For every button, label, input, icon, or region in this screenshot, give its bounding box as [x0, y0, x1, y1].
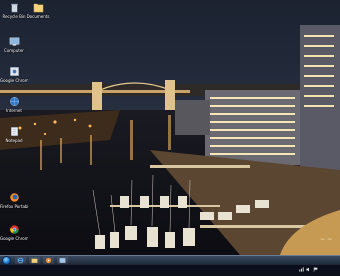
desktop-icon-documents[interactable]: Documents [24, 2, 52, 19]
desktop-icon-computer[interactable]: Computer [0, 36, 28, 53]
globe-icon [9, 97, 19, 106]
desktop-icon-notepad[interactable]: Notepad [0, 126, 28, 143]
taskbar-pinned-explorer[interactable] [29, 257, 40, 264]
taskbar-clock[interactable] [323, 256, 337, 260]
tray-volume-icon[interactable] [306, 257, 311, 272]
computer-icon [9, 37, 19, 46]
desktop-icon-label: Internet [6, 108, 22, 113]
wallpaper-signature: ~ ~ [320, 236, 332, 243]
media-player-icon [45, 257, 52, 264]
desktop-icon-google-chrome-1[interactable]: Google Chrome [0, 66, 28, 83]
desktop-icon-internet[interactable]: Internet [0, 96, 28, 113]
desktop-icon-label: Google Chrome [0, 236, 28, 241]
tray-network-icon[interactable] [299, 257, 304, 272]
desktop-icon-label: Notepad [5, 138, 23, 143]
taskbar-pinned-media-player[interactable] [43, 257, 54, 264]
firefox-icon [9, 193, 19, 202]
chrome-icon [9, 225, 19, 234]
desktop-icon-google-chrome-2[interactable]: Google Chrome [0, 224, 28, 241]
notepad-icon [10, 127, 18, 136]
tray-flag-icon[interactable] [313, 257, 318, 272]
desktop[interactable]: Recycle Bin Documents Computer Google Ch… [0, 0, 340, 255]
start-button[interactable] [2, 256, 11, 265]
internet-explorer-icon [17, 257, 24, 264]
folder-icon [33, 3, 43, 13]
desktop-icon-label: Firefox Portable [0, 204, 28, 209]
taskbar-pinned-window[interactable] [57, 257, 68, 264]
taskbar-pinned-internet-explorer[interactable] [15, 257, 26, 264]
window-icon [59, 258, 66, 263]
recycle-bin-icon [10, 3, 18, 13]
desktop-icon-label: Computer [4, 48, 24, 53]
taskbar [0, 255, 340, 272]
folder-icon [31, 258, 38, 263]
desktop-icon-label: Google Chrome [0, 78, 28, 83]
city-night-wallpaper [0, 0, 340, 255]
desktop-icon-label: Documents [26, 14, 50, 19]
desktop-icon-firefox[interactable]: Firefox Portable [0, 192, 28, 209]
chrome-icon [9, 67, 19, 76]
